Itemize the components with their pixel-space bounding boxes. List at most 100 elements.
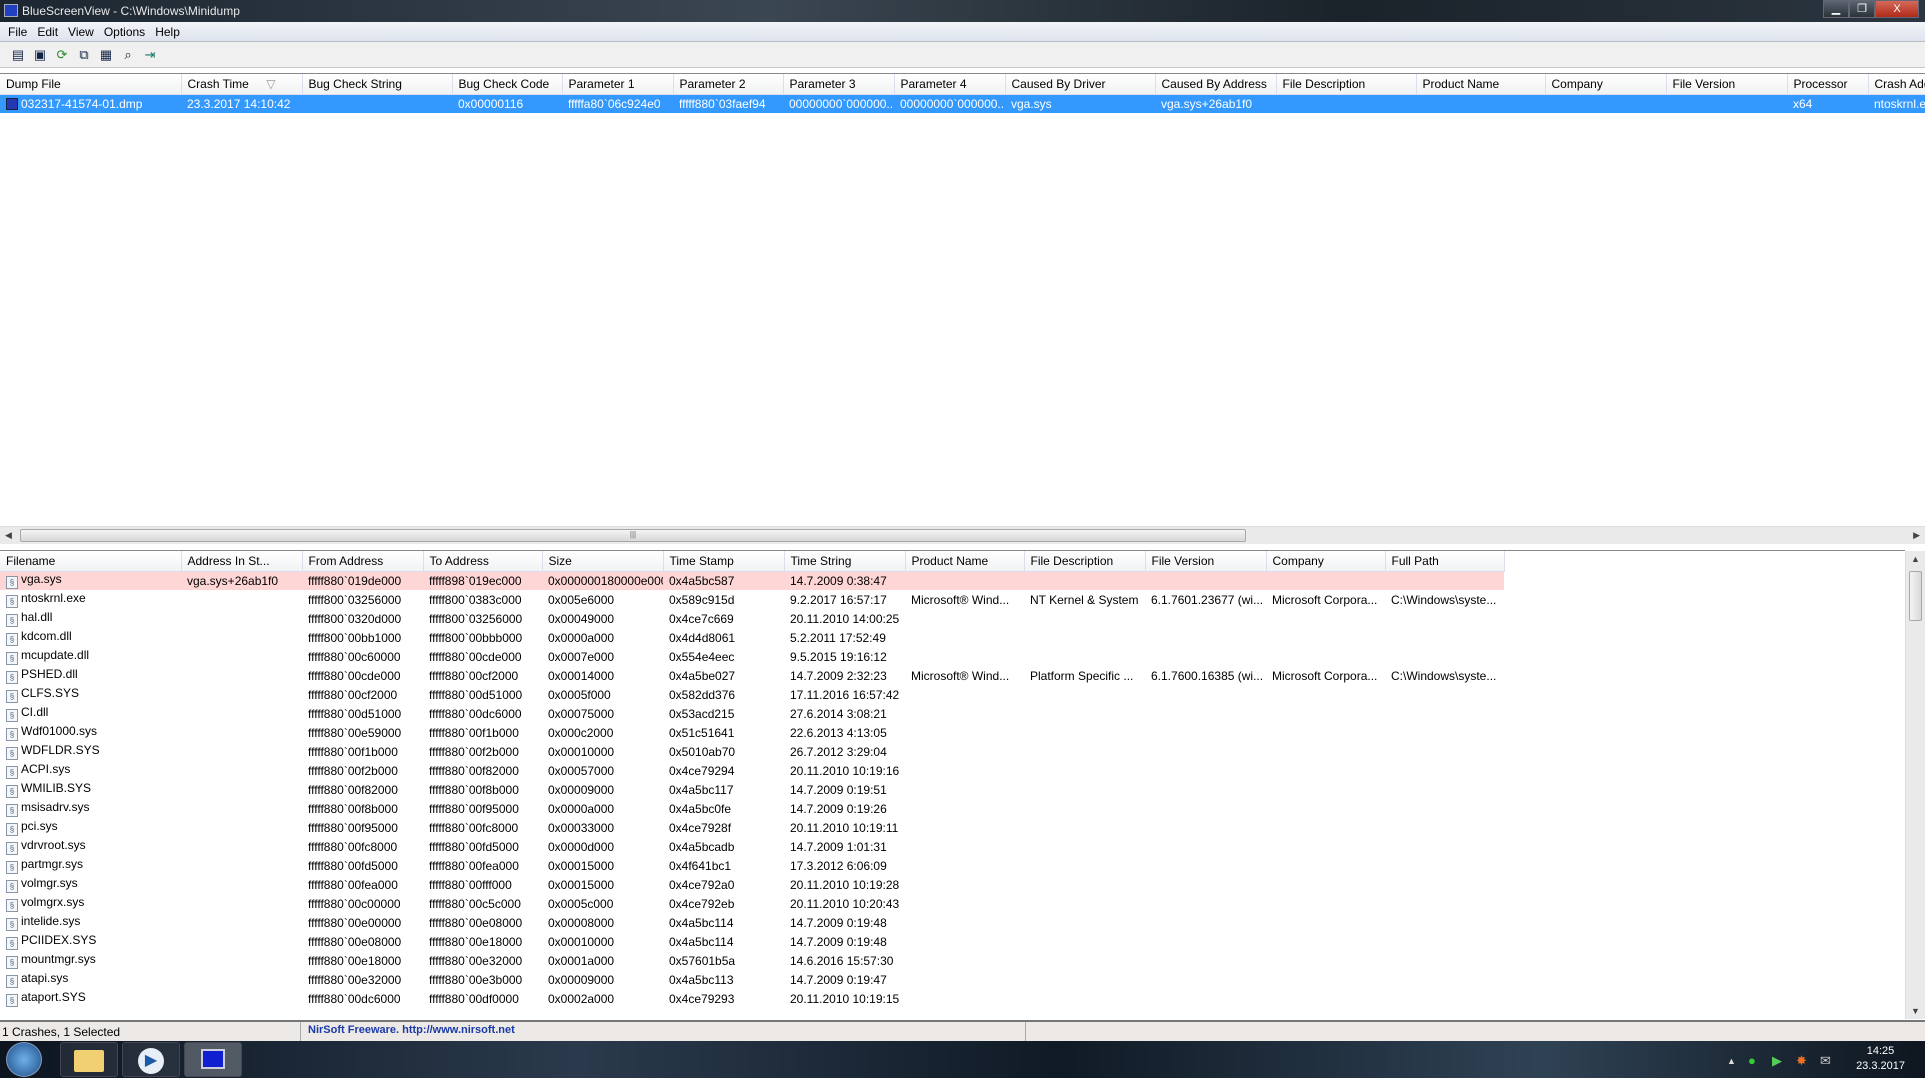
column-header[interactable]: File Description bbox=[1024, 551, 1146, 572]
crash-list[interactable]: Dump File Crash Time ▽ Bug Check String Bug… bbox=[0, 73, 1925, 526]
column-header[interactable]: Address In St... bbox=[181, 551, 303, 572]
explorer-taskbar-button[interactable] bbox=[60, 1042, 118, 1077]
column-header[interactable]: Dump File bbox=[0, 74, 182, 95]
table-cell: 0x00010000 bbox=[542, 932, 663, 951]
column-header[interactable]: Bug Check Code bbox=[452, 74, 563, 95]
column-header[interactable]: Product Name bbox=[905, 551, 1025, 572]
table-row[interactable]: 032317-41574-01.dmp 23.3.2017 14:10:42 0x0… bbox=[0, 94, 1925, 113]
column-header[interactable]: Filename bbox=[0, 551, 182, 572]
table-row[interactable]: § kdcom.dll fffff800`00bb1000 fffff800`00bb… bbox=[0, 628, 1504, 647]
column-header[interactable]: From Address bbox=[302, 551, 424, 572]
table-row[interactable]: § ACPI.sys fffff880`00f2b000 fffff880`00f82… bbox=[0, 761, 1504, 780]
menu-edit[interactable]: Edit bbox=[33, 22, 64, 41]
driver-list[interactable]: Filename Address In St... From Address To A… bbox=[0, 550, 1905, 1020]
menu-options[interactable]: Options bbox=[100, 22, 151, 41]
column-header[interactable]: Caused By Driver bbox=[1005, 74, 1156, 95]
table-row[interactable]: § CLFS.SYS fffff880`00cf2000 fffff880`00d51… bbox=[0, 685, 1504, 704]
table-row[interactable]: § volmgr.sys fffff880`00fea000 fffff880`00f… bbox=[0, 875, 1504, 894]
mail-icon[interactable]: ✉ bbox=[1820, 1053, 1831, 1069]
table-row[interactable]: § WMILIB.SYS fffff880`00f82000 fffff880`00f… bbox=[0, 780, 1504, 799]
column-header[interactable]: Company bbox=[1266, 551, 1386, 572]
table-row[interactable]: § PSHED.dll fffff880`00cde000 fffff880`00cf… bbox=[0, 666, 1504, 685]
menu-view[interactable]: View bbox=[64, 22, 100, 41]
table-row[interactable]: § ataport.SYS fffff880`00dc6000 fffff880`00… bbox=[0, 989, 1504, 1008]
scrollbar-thumb[interactable] bbox=[1909, 571, 1922, 621]
column-header[interactable]: Parameter 3 bbox=[783, 74, 895, 95]
scroll-up-icon[interactable]: ▲ bbox=[1911, 554, 1920, 564]
table-row[interactable]: § hal.dll fffff800`0320d000 fffff800`032560… bbox=[0, 609, 1504, 628]
table-cell bbox=[1024, 913, 1145, 932]
table-cell bbox=[1276, 94, 1416, 113]
maximize-button[interactable]: ❐ bbox=[1849, 0, 1875, 18]
scroll-right-icon[interactable]: ▶ bbox=[1913, 530, 1920, 541]
column-header[interactable]: Full Path bbox=[1385, 551, 1505, 572]
clock[interactable]: 14:25 23.3.2017 bbox=[1856, 1044, 1905, 1074]
copy-icon[interactable]: ⧉ bbox=[76, 47, 92, 63]
column-header[interactable]: Crash Time ▽ bbox=[181, 74, 303, 95]
nirsoft-link[interactable]: NirSoft Freeware. http://www.nirsoft.net bbox=[308, 1024, 515, 1036]
column-header[interactable]: Product Name bbox=[1416, 74, 1546, 95]
column-header[interactable]: Company bbox=[1545, 74, 1667, 95]
table-cell bbox=[1145, 761, 1266, 780]
table-row[interactable]: § ntoskrnl.exe fffff800`03256000 fffff800`0… bbox=[0, 590, 1504, 609]
media-player-icon[interactable]: ▶ bbox=[1772, 1053, 1782, 1069]
cell-text: 0x4a5bcadb bbox=[669, 839, 735, 854]
menu-help[interactable]: Help bbox=[151, 22, 186, 41]
table-cell: 20.11.2010 10:19:16 bbox=[784, 761, 905, 780]
bluescreenview-taskbar-button[interactable] bbox=[184, 1042, 242, 1077]
column-header[interactable]: Processor bbox=[1787, 74, 1869, 95]
column-header[interactable]: Caused By Address bbox=[1155, 74, 1277, 95]
start-button[interactable] bbox=[6, 1042, 42, 1077]
find-icon[interactable]: ⌕ bbox=[120, 47, 136, 63]
exit-icon[interactable]: ⇥ bbox=[142, 47, 158, 63]
utorrent-icon[interactable]: ● bbox=[1748, 1053, 1756, 1068]
column-header[interactable]: File Version bbox=[1666, 74, 1788, 95]
horizontal-scrollbar[interactable]: ◀ ||| ▶ bbox=[0, 526, 1925, 544]
show-hidden-icons-button[interactable]: ▲ bbox=[1727, 1056, 1736, 1066]
table-cell: fffff800`00bb1000 bbox=[302, 628, 423, 647]
column-header[interactable]: Size bbox=[542, 551, 664, 572]
html-report-icon[interactable]: ▦ bbox=[98, 47, 114, 63]
table-row[interactable]: § intelide.sys fffff880`00e00000 fffff880`0… bbox=[0, 913, 1504, 932]
table-row[interactable]: § Wdf01000.sys fffff880`00e59000 fffff880`0… bbox=[0, 723, 1504, 742]
cell-text: fffff880`00f95000 bbox=[308, 820, 398, 835]
column-header[interactable]: Bug Check String bbox=[302, 74, 453, 95]
scroll-down-icon[interactable]: ▼ bbox=[1911, 1006, 1920, 1016]
table-row[interactable]: § atapi.sys fffff880`00e32000 fffff880`00e3… bbox=[0, 970, 1504, 989]
table-row[interactable]: § msisadrv.sys fffff880`00f8b000 fffff880`0… bbox=[0, 799, 1504, 818]
save-icon[interactable]: ▣ bbox=[32, 47, 48, 63]
column-header[interactable]: Parameter 4 bbox=[894, 74, 1006, 95]
table-row[interactable]: § vdrvroot.sys fffff880`00fc8000 fffff880`0… bbox=[0, 837, 1504, 856]
column-header[interactable]: Parameter 2 bbox=[673, 74, 784, 95]
dump-file-icon bbox=[6, 97, 18, 110]
table-row[interactable]: § WDFLDR.SYS fffff880`00f1b000 fffff880`00f… bbox=[0, 742, 1504, 761]
avast-icon[interactable]: ✸ bbox=[1796, 1053, 1807, 1069]
table-row[interactable]: § PCIIDEX.SYS fffff880`00e08000 fffff880`00… bbox=[0, 932, 1504, 951]
menu-file[interactable]: File bbox=[4, 22, 33, 41]
table-row[interactable]: § mcupdate.dll fffff880`00c60000 fffff880`0… bbox=[0, 647, 1504, 666]
scrollbar-thumb[interactable]: ||| bbox=[20, 529, 1246, 542]
table-row[interactable]: § mountmgr.sys fffff880`00e18000 fffff880`0… bbox=[0, 951, 1504, 970]
table-cell: § WMILIB.SYS bbox=[0, 780, 181, 799]
column-header[interactable]: File Version bbox=[1145, 551, 1267, 572]
refresh-icon[interactable]: ⟳ bbox=[54, 47, 70, 63]
column-header[interactable]: Time String bbox=[784, 551, 906, 572]
table-row[interactable]: § volmgrx.sys fffff880`00c00000 fffff880`00… bbox=[0, 894, 1504, 913]
column-header[interactable]: Parameter 1 bbox=[562, 74, 674, 95]
table-row[interactable]: § pci.sys fffff880`00f95000 fffff880`00fc80… bbox=[0, 818, 1504, 837]
scroll-left-icon[interactable]: ◀ bbox=[5, 530, 12, 541]
media-player-taskbar-button[interactable]: ▶ bbox=[122, 1042, 180, 1077]
table-cell bbox=[1385, 780, 1504, 799]
vertical-scrollbar[interactable]: ▲ ▼ bbox=[1905, 551, 1925, 1019]
table-cell bbox=[1385, 970, 1504, 989]
table-row[interactable]: § CI.dll fffff880`00d51000 fffff880`00dc600… bbox=[0, 704, 1504, 723]
properties-icon[interactable]: ▤ bbox=[10, 47, 26, 63]
minimize-button[interactable]: ▁ bbox=[1823, 0, 1849, 18]
table-row[interactable]: § vga.sys vga.sys+26ab1f0 fffff880`019de000… bbox=[0, 571, 1504, 590]
close-button[interactable]: X bbox=[1875, 0, 1919, 18]
column-header[interactable]: Crash Add bbox=[1868, 74, 1925, 95]
column-header[interactable]: Time Stamp bbox=[663, 551, 785, 572]
column-header[interactable]: To Address bbox=[423, 551, 543, 572]
column-header[interactable]: File Description bbox=[1276, 74, 1417, 95]
table-row[interactable]: § partmgr.sys fffff880`00fd5000 fffff880`00… bbox=[0, 856, 1504, 875]
